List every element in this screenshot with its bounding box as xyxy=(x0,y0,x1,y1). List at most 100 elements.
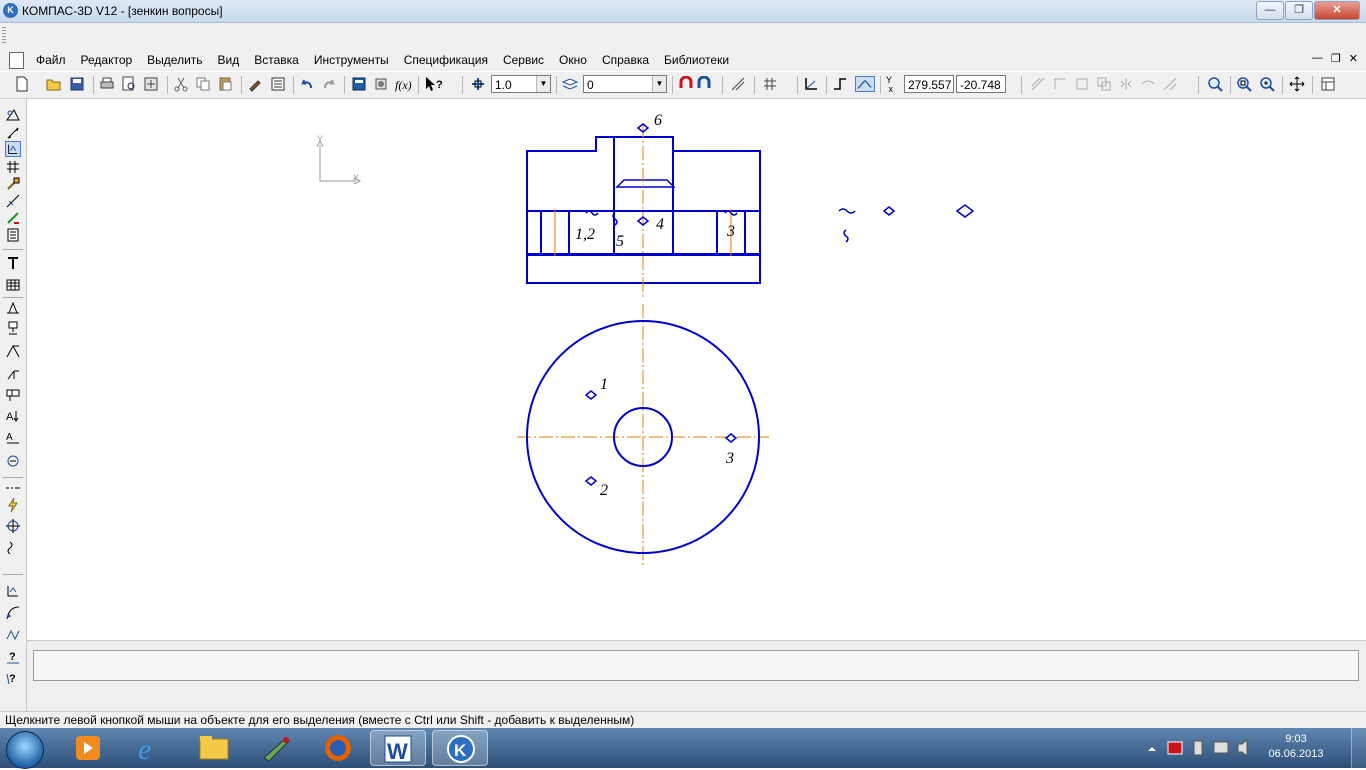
measurements-icon[interactable] xyxy=(5,193,21,209)
table-icon[interactable] xyxy=(5,277,21,293)
axis-line-icon[interactable] xyxy=(5,480,21,496)
coord-y-field[interactable]: -20.748 xyxy=(956,75,1006,93)
zoom-in-icon[interactable] xyxy=(1259,76,1275,92)
deform-icon[interactable] xyxy=(1140,76,1156,92)
trim-icon[interactable] xyxy=(1162,76,1178,92)
layer-combo[interactable]: 0 ▼ xyxy=(583,75,667,93)
drawing-svg[interactable]: Y X 6 1,2 5 4 3 1 2 3 xyxy=(27,99,1366,639)
zoom-window-icon[interactable] xyxy=(1236,76,1252,92)
text-icon[interactable] xyxy=(5,255,21,271)
new-document-icon[interactable] xyxy=(14,76,30,92)
print-icon[interactable] xyxy=(99,76,115,92)
print-setup-icon[interactable] xyxy=(143,76,159,92)
menu-insert[interactable]: Вставка xyxy=(254,53,299,67)
point-coords-icon[interactable] xyxy=(5,583,21,599)
layers-icon[interactable] xyxy=(562,76,578,92)
designations-icon[interactable] xyxy=(5,141,21,157)
menu-help[interactable]: Справка xyxy=(602,53,649,67)
redo-icon[interactable] xyxy=(321,76,337,92)
properties-icon[interactable] xyxy=(270,76,286,92)
wave-line-icon[interactable] xyxy=(5,540,21,556)
position-icon[interactable] xyxy=(5,365,21,381)
edit-geometry-icon[interactable] xyxy=(1030,76,1046,92)
preview-icon[interactable] xyxy=(121,76,137,92)
drawing-canvas[interactable]: Y X 6 1,2 5 4 3 1 2 3 xyxy=(27,99,1366,639)
associative-views-icon[interactable] xyxy=(5,227,21,243)
magnet-icon[interactable] xyxy=(678,76,716,92)
tolerance-icon[interactable] xyxy=(5,387,21,403)
minimize-button[interactable]: — xyxy=(1256,1,1284,20)
spline-icon[interactable] xyxy=(5,627,21,643)
view-icon[interactable] xyxy=(1320,76,1336,92)
question-help-icon[interactable]: ? xyxy=(5,670,21,686)
menu-tools[interactable]: Инструменты xyxy=(314,53,389,67)
help-pointer-icon[interactable]: ? xyxy=(424,76,446,92)
document-menu-icon[interactable] xyxy=(9,52,24,69)
kompas-icon[interactable]: K xyxy=(432,730,488,766)
selection-icon[interactable] xyxy=(5,210,21,226)
scale-icon[interactable] xyxy=(470,76,486,92)
copy-icon[interactable] xyxy=(195,76,211,92)
command-input[interactable] xyxy=(33,650,1359,681)
measure-icon[interactable] xyxy=(1052,76,1068,92)
chevron-down-icon[interactable]: ▼ xyxy=(652,76,666,92)
paste-icon[interactable] xyxy=(217,76,233,92)
ortho-icon[interactable] xyxy=(832,76,848,92)
grid-icon[interactable] xyxy=(762,76,778,92)
show-desktop-button[interactable] xyxy=(1351,728,1366,768)
chevron-down-icon[interactable]: ▼ xyxy=(536,76,550,92)
doc-minimize-button[interactable]: — xyxy=(1312,52,1323,65)
doc-restore-button[interactable]: ❐ xyxy=(1331,52,1341,65)
media-player-icon[interactable] xyxy=(60,730,116,766)
zoom-icon[interactable] xyxy=(1207,76,1223,92)
parametrization-icon[interactable] xyxy=(5,176,21,192)
mark-icon[interactable]: A xyxy=(5,408,21,424)
open-icon[interactable] xyxy=(46,76,62,92)
kompas-app-icon[interactable]: K xyxy=(3,3,18,18)
manager-icon[interactable] xyxy=(351,76,367,92)
menu-service[interactable]: Сервис xyxy=(503,53,544,67)
roughness-icon[interactable] xyxy=(5,299,21,315)
function-icon[interactable]: f(x) xyxy=(395,76,415,92)
internet-explorer-icon[interactable]: e xyxy=(124,730,180,766)
center-mark-icon[interactable] xyxy=(5,518,21,534)
copy-geometry-icon[interactable] xyxy=(1096,76,1112,92)
variables-icon[interactable] xyxy=(373,76,389,92)
symmetry-icon[interactable] xyxy=(1118,76,1134,92)
menu-edit[interactable]: Редактор xyxy=(81,53,133,67)
local-cs-icon[interactable] xyxy=(803,76,819,92)
base-icon[interactable] xyxy=(5,320,21,336)
scale-combo[interactable]: 1.0 ▼ xyxy=(491,75,551,93)
leader-icon[interactable] xyxy=(5,343,21,359)
clock[interactable]: 9:03 06.06.2013 xyxy=(1266,732,1326,762)
menu-libraries[interactable]: Библиотеки xyxy=(664,53,729,67)
cut-icon[interactable] xyxy=(173,76,189,92)
start-button[interactable] xyxy=(6,731,44,769)
undo-icon[interactable] xyxy=(299,76,315,92)
curve-icon[interactable] xyxy=(5,605,21,621)
coord-x-field[interactable]: 279.557 xyxy=(904,75,954,93)
close-button[interactable]: ✕ xyxy=(1314,1,1360,20)
lightning-icon[interactable] xyxy=(5,497,21,513)
menu-window[interactable]: Окно xyxy=(559,53,587,67)
question-marker-icon[interactable]: ? xyxy=(5,649,21,665)
section-icon[interactable] xyxy=(5,452,21,468)
point-markers[interactable] xyxy=(584,123,975,486)
dimensions-icon[interactable] xyxy=(5,125,21,141)
format-brush-icon[interactable] xyxy=(247,76,263,92)
save-icon[interactable] xyxy=(69,76,85,92)
dimension-icon[interactable] xyxy=(1074,76,1090,92)
geometry-icon[interactable] xyxy=(5,107,21,123)
menu-specification[interactable]: Спецификация xyxy=(404,53,488,67)
firefox-icon[interactable] xyxy=(310,730,366,766)
file-explorer-icon[interactable] xyxy=(186,730,242,766)
toolbar-grip[interactable] xyxy=(2,27,6,43)
round-icon[interactable] xyxy=(855,76,875,92)
paint-icon[interactable] xyxy=(248,730,304,766)
doc-close-button[interactable]: ✕ xyxy=(1349,52,1358,65)
word-icon[interactable]: W xyxy=(370,730,426,766)
snap-icon[interactable] xyxy=(730,76,746,92)
menu-view[interactable]: Вид xyxy=(218,53,240,67)
restore-button[interactable]: ❐ xyxy=(1285,1,1313,20)
arrow-view-icon[interactable]: A xyxy=(5,430,21,446)
